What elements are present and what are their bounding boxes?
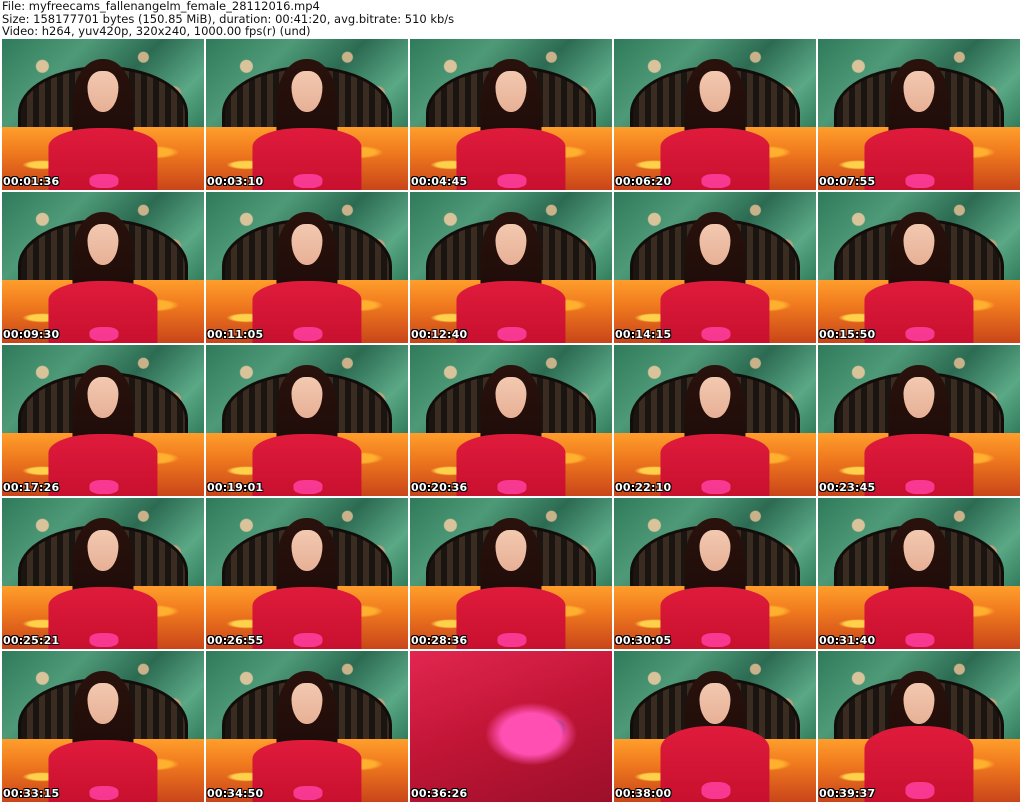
thumbnail-timestamp: 00:11:05 [207,328,264,341]
video-thumbnail: 00:25:21 [2,498,204,649]
thumbnail-image [2,498,204,649]
video-thumbnail: 00:26:55 [206,498,408,649]
thumbnail-image [818,498,1020,649]
thumbnail-image [2,651,204,802]
video-thumbnail: 00:12:40 [410,192,612,343]
thumbnail-timestamp: 00:30:05 [615,634,672,647]
thumbnail-timestamp: 00:38:00 [615,787,672,800]
video-thumbnail: 00:30:05 [614,498,816,649]
thumbnail-timestamp: 00:07:55 [819,175,876,188]
thumbnail-timestamp: 00:23:45 [819,481,876,494]
thumbnail-image [614,498,816,649]
thumbnail-image [818,39,1020,190]
video-thumbnail: 00:22:10 [614,345,816,496]
thumbnail-image [206,498,408,649]
thumbnail-timestamp: 00:19:01 [207,481,264,494]
thumbnail-image [818,192,1020,343]
video-thumbnail: 00:15:50 [818,192,1020,343]
video-thumbnail: 00:11:05 [206,192,408,343]
video-thumbnail: 00:03:10 [206,39,408,190]
thumbnail-image [614,345,816,496]
video-thumbnail: 00:06:20 [614,39,816,190]
thumbnail-timestamp: 00:26:55 [207,634,264,647]
video-thumbnail: 00:20:36 [410,345,612,496]
thumbnail-timestamp: 00:28:36 [411,634,468,647]
video-thumbnail: 00:34:50 [206,651,408,802]
thumbnail-timestamp: 00:25:21 [3,634,60,647]
thumbnail-timestamp: 00:09:30 [3,328,60,341]
thumbnail-timestamp: 00:04:45 [411,175,468,188]
video-thumbnail: 00:04:45 [410,39,612,190]
thumbnail-image [206,39,408,190]
video-thumbnail: 00:28:36 [410,498,612,649]
thumbnail-image [614,192,816,343]
thumbnail-image [614,39,816,190]
video-thumbnail: 00:17:26 [2,345,204,496]
thumbnail-timestamp: 00:22:10 [615,481,672,494]
thumbnail-timestamp: 00:36:26 [411,787,468,800]
thumbnail-timestamp: 00:06:20 [615,175,672,188]
thumbnail-timestamp: 00:34:50 [207,787,264,800]
video-thumbnail: 00:38:00 [614,651,816,802]
thumbnail-image [206,651,408,802]
thumbnail-image [614,651,816,802]
video-thumbnail: 00:07:55 [818,39,1020,190]
thumbnail-image [2,192,204,343]
thumbnail-image [2,39,204,190]
thumbnail-image [818,651,1020,802]
video-thumbnail: 00:39:37 [818,651,1020,802]
thumbnail-image [410,192,612,343]
file-info-header: File: myfreecams_fallenangelm_female_281… [2,0,1022,38]
thumbnail-image [206,192,408,343]
thumbnail-timestamp: 00:01:36 [3,175,60,188]
video-thumbnail: 00:09:30 [2,192,204,343]
thumbnail-timestamp: 00:03:10 [207,175,264,188]
video-thumbnail: 00:36:26 [410,651,612,802]
video-thumbnail: 00:19:01 [206,345,408,496]
thumbnail-timestamp: 00:12:40 [411,328,468,341]
thumbnail-timestamp: 00:33:15 [3,787,60,800]
thumbnail-image [410,651,612,802]
video-thumbnail: 00:23:45 [818,345,1020,496]
video-thumbnail: 00:14:15 [614,192,816,343]
thumbnail-timestamp: 00:14:15 [615,328,672,341]
file-name-line: File: myfreecams_fallenangelm_female_281… [2,0,320,13]
thumbnail-image [818,345,1020,496]
video-thumbnail: 00:31:40 [818,498,1020,649]
thumbnail-image [2,345,204,496]
thumbnail-image [206,345,408,496]
thumbnail-image [410,498,612,649]
video-thumbnail: 00:33:15 [2,651,204,802]
thumbnail-grid: 00:01:36 00:03:10 00:04:45 00:06:20 00:07:55… [2,39,1022,802]
thumbnail-timestamp: 00:17:26 [3,481,60,494]
thumbnail-image [410,39,612,190]
video-info-line: Video: h264, yuv420p, 320x240, 1000.00 f… [2,24,311,38]
thumbnail-timestamp: 00:15:50 [819,328,876,341]
thumbnail-timestamp: 00:20:36 [411,481,468,494]
video-thumbnail: 00:01:36 [2,39,204,190]
thumbnail-timestamp: 00:31:40 [819,634,876,647]
thumbnail-image [410,345,612,496]
thumbnail-timestamp: 00:39:37 [819,787,876,800]
